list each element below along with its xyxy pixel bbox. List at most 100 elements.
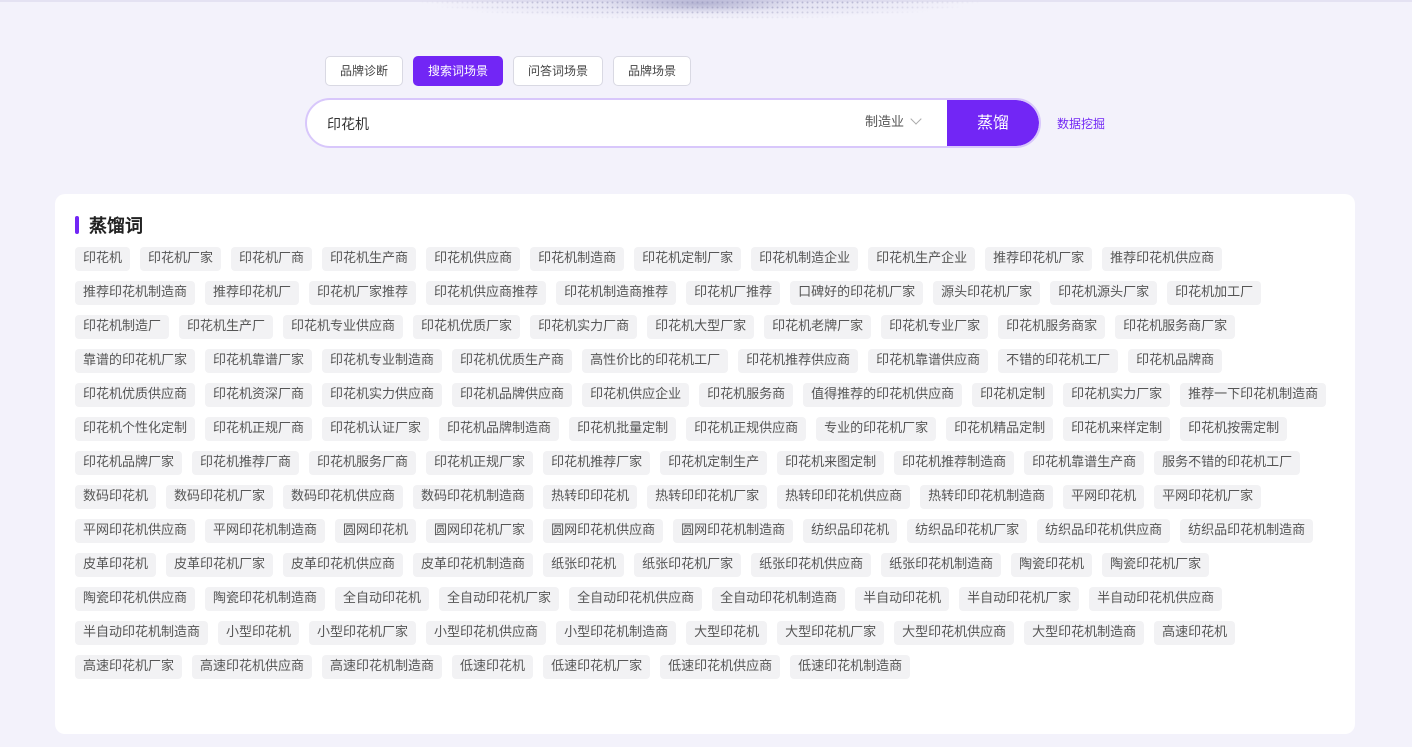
keyword-tag[interactable]: 高速印花机	[1154, 621, 1236, 645]
keyword-tag[interactable]: 圆网印花机供应商	[543, 519, 664, 543]
keyword-tag[interactable]: 印花机靠谱生产商	[1024, 451, 1145, 475]
keyword-tag[interactable]: 印花机服务商厂家	[1115, 315, 1236, 339]
keyword-tag[interactable]: 印花机优质供应商	[75, 383, 196, 407]
keyword-tag[interactable]: 印花机生产厂	[179, 315, 274, 339]
keyword-tag[interactable]: 印花机供应企业	[582, 383, 690, 407]
keyword-tag[interactable]: 印花机老牌厂家	[764, 315, 872, 339]
keyword-tag[interactable]: 皮革印花机厂家	[166, 553, 274, 577]
keyword-tag[interactable]: 纺织品印花机供应商	[1037, 519, 1171, 543]
keyword-tag[interactable]: 推荐印花机供应商	[1102, 247, 1223, 271]
keyword-tag[interactable]: 皮革印花机制造商	[413, 553, 534, 577]
keyword-tag[interactable]: 纸张印花机厂家	[634, 553, 742, 577]
keyword-tag[interactable]: 印花机服务商	[699, 383, 794, 407]
keyword-tag[interactable]: 大型印花机制造商	[1024, 621, 1145, 645]
keyword-tag[interactable]: 不错的印花机工厂	[998, 349, 1119, 373]
keyword-tag[interactable]: 数码印花机	[75, 485, 157, 509]
keyword-tag[interactable]: 印花机品牌制造商	[439, 417, 560, 441]
keyword-tag[interactable]: 陶瓷印花机供应商	[75, 587, 196, 611]
keyword-tag[interactable]: 全自动印花机	[335, 587, 430, 611]
keyword-tag[interactable]: 印花机制造企业	[751, 247, 859, 271]
keyword-tag[interactable]: 印花机推荐厂家	[543, 451, 651, 475]
keyword-tag[interactable]: 印花机精品定制	[946, 417, 1054, 441]
keyword-tag[interactable]: 数码印花机制造商	[413, 485, 534, 509]
keyword-tag[interactable]: 印花机大型厂家	[647, 315, 755, 339]
keyword-tag[interactable]: 推荐印花机厂家	[985, 247, 1093, 271]
keyword-tag[interactable]: 印花机推荐供应商	[738, 349, 859, 373]
tab-brand-diagnosis[interactable]: 品牌诊断	[325, 56, 404, 86]
keyword-tag[interactable]: 皮革印花机供应商	[283, 553, 404, 577]
keyword-tag[interactable]: 推荐印花机厂	[205, 281, 300, 305]
tab-search-term-scene[interactable]: 搜索词场景	[413, 56, 504, 86]
keyword-tag[interactable]: 源头印花机厂家	[933, 281, 1041, 305]
keyword-tag[interactable]: 专业的印花机厂家	[816, 417, 937, 441]
keyword-tag[interactable]: 印花机优质生产商	[452, 349, 573, 373]
keyword-tag[interactable]: 热转印印花机厂家	[647, 485, 768, 509]
keyword-tag[interactable]: 推荐印花机制造商	[75, 281, 196, 305]
tab-qa-term-scene[interactable]: 问答词场景	[513, 56, 604, 86]
keyword-tag[interactable]: 低速印花机供应商	[660, 655, 781, 679]
keyword-tag[interactable]: 印花机认证厂家	[322, 417, 430, 441]
keyword-tag[interactable]: 热转印印花机制造商	[920, 485, 1054, 509]
keyword-tag[interactable]: 圆网印花机厂家	[426, 519, 534, 543]
keyword-tag[interactable]: 靠谱的印花机厂家	[75, 349, 196, 373]
keyword-tag[interactable]: 印花机品牌供应商	[452, 383, 573, 407]
keyword-tag[interactable]: 口碑好的印花机厂家	[790, 281, 924, 305]
keyword-tag[interactable]: 印花机推荐厂商	[192, 451, 300, 475]
keyword-tag[interactable]: 全自动印花机厂家	[439, 587, 560, 611]
keyword-tag[interactable]: 数码印花机厂家	[166, 485, 274, 509]
keyword-tag[interactable]: 陶瓷印花机制造商	[205, 587, 326, 611]
keyword-tag[interactable]: 低速印花机厂家	[543, 655, 651, 679]
distill-button[interactable]: 蒸馏	[947, 100, 1039, 146]
keyword-tag[interactable]: 印花机生产商	[322, 247, 417, 271]
keyword-tag[interactable]: 平网印花机厂家	[1154, 485, 1262, 509]
keyword-tag[interactable]: 服务不错的印花机工厂	[1154, 451, 1301, 475]
keyword-tag[interactable]: 印花机定制厂家	[634, 247, 742, 271]
keyword-tag[interactable]: 印花机正规厂商	[205, 417, 313, 441]
keyword-tag[interactable]: 印花机靠谱厂家	[205, 349, 313, 373]
keyword-tag[interactable]: 印花机制造厂	[75, 315, 170, 339]
keyword-tag[interactable]: 大型印花机厂家	[777, 621, 885, 645]
keyword-tag[interactable]: 纺织品印花机	[803, 519, 898, 543]
keyword-tag[interactable]: 印花机品牌商	[1128, 349, 1223, 373]
industry-select[interactable]: 制造业	[865, 100, 922, 146]
keyword-tag[interactable]: 印花机专业厂家	[881, 315, 989, 339]
keyword-tag[interactable]: 纺织品印花机制造商	[1180, 519, 1314, 543]
keyword-tag[interactable]: 大型印花机	[686, 621, 768, 645]
keyword-tag[interactable]: 陶瓷印花机	[1011, 553, 1093, 577]
keyword-tag[interactable]: 平网印花机供应商	[75, 519, 196, 543]
keyword-tag[interactable]: 印花机制造商推荐	[556, 281, 677, 305]
keyword-tag[interactable]: 印花机定制	[972, 383, 1054, 407]
keyword-tag[interactable]: 纸张印花机供应商	[751, 553, 872, 577]
keyword-tag[interactable]: 小型印花机供应商	[426, 621, 547, 645]
keyword-tag[interactable]: 大型印花机供应商	[894, 621, 1015, 645]
keyword-tag[interactable]: 印花机源头厂家	[1050, 281, 1158, 305]
keyword-tag[interactable]: 小型印花机厂家	[309, 621, 417, 645]
keyword-tag[interactable]: 印花机厂家推荐	[309, 281, 417, 305]
keyword-tag[interactable]: 印花机来样定制	[1063, 417, 1171, 441]
keyword-tag[interactable]: 印花机按需定制	[1180, 417, 1288, 441]
keyword-tag[interactable]: 小型印花机	[218, 621, 300, 645]
keyword-tag[interactable]: 印花机厂家	[140, 247, 222, 271]
keyword-tag[interactable]: 小型印花机制造商	[556, 621, 677, 645]
keyword-tag[interactable]: 高速印花机厂家	[75, 655, 183, 679]
keyword-tag[interactable]: 印花机品牌厂家	[75, 451, 183, 475]
keyword-tag[interactable]: 印花机供应商	[426, 247, 521, 271]
keyword-tag[interactable]: 高速印花机供应商	[192, 655, 313, 679]
keyword-tag[interactable]: 圆网印花机制造商	[673, 519, 794, 543]
keyword-tag[interactable]: 印花机供应商推荐	[426, 281, 547, 305]
tab-brand-scene[interactable]: 品牌场景	[613, 56, 692, 86]
keyword-tag[interactable]: 热转印印花机	[543, 485, 638, 509]
keyword-tag[interactable]: 印花机正规供应商	[686, 417, 807, 441]
keyword-tag[interactable]: 印花机制造商	[530, 247, 625, 271]
keyword-tag[interactable]: 印花机靠谱供应商	[868, 349, 989, 373]
keyword-tag[interactable]: 纸张印花机制造商	[881, 553, 1002, 577]
keyword-tag[interactable]: 纺织品印花机厂家	[907, 519, 1028, 543]
keyword-tag[interactable]: 半自动印花机供应商	[1089, 587, 1223, 611]
keyword-tag[interactable]: 低速印花机	[452, 655, 534, 679]
keyword-tag[interactable]: 陶瓷印花机厂家	[1102, 553, 1210, 577]
keyword-tag[interactable]: 高速印花机制造商	[322, 655, 443, 679]
keyword-tag[interactable]: 圆网印花机	[335, 519, 417, 543]
keyword-tag[interactable]: 平网印花机	[1063, 485, 1145, 509]
keyword-tag[interactable]: 半自动印花机制造商	[75, 621, 209, 645]
keyword-tag[interactable]: 全自动印花机供应商	[569, 587, 703, 611]
